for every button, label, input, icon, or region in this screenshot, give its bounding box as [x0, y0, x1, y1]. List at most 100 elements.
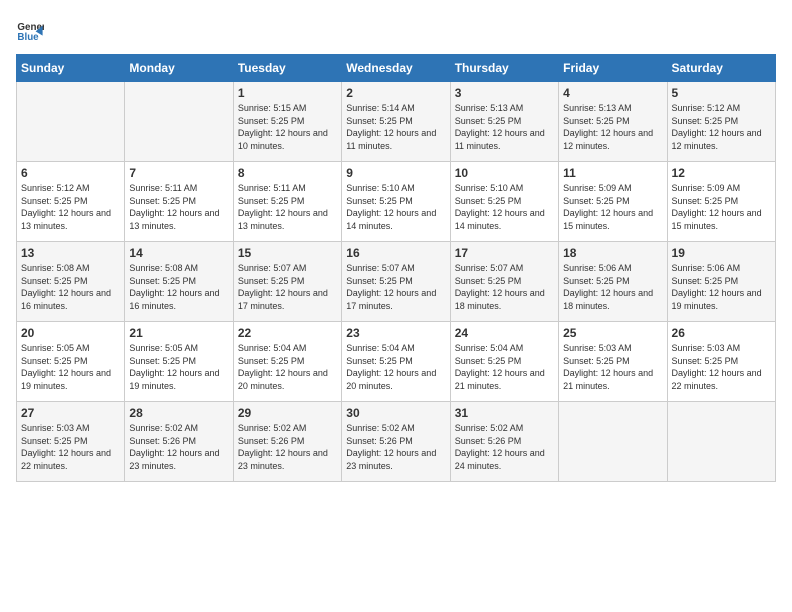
- day-number: 5: [672, 86, 771, 100]
- day-number: 6: [21, 166, 120, 180]
- day-info: Sunrise: 5:04 AMSunset: 5:25 PMDaylight:…: [455, 342, 554, 392]
- calendar-cell: 29 Sunrise: 5:02 AMSunset: 5:26 PMDayligh…: [233, 402, 341, 482]
- day-info: Sunrise: 5:15 AMSunset: 5:25 PMDaylight:…: [238, 102, 337, 152]
- logo-icon: General Blue: [16, 16, 44, 44]
- day-number: 8: [238, 166, 337, 180]
- day-number: 31: [455, 406, 554, 420]
- day-info: Sunrise: 5:08 AMSunset: 5:25 PMDaylight:…: [129, 262, 228, 312]
- day-number: 13: [21, 246, 120, 260]
- day-info: Sunrise: 5:12 AMSunset: 5:25 PMDaylight:…: [21, 182, 120, 232]
- calendar-cell: 18 Sunrise: 5:06 AMSunset: 5:25 PMDayligh…: [559, 242, 667, 322]
- calendar-cell: 11 Sunrise: 5:09 AMSunset: 5:25 PMDayligh…: [559, 162, 667, 242]
- calendar-cell: 28 Sunrise: 5:02 AMSunset: 5:26 PMDayligh…: [125, 402, 233, 482]
- calendar-cell: 30 Sunrise: 5:02 AMSunset: 5:26 PMDayligh…: [342, 402, 450, 482]
- weekday-header-wednesday: Wednesday: [342, 55, 450, 82]
- day-number: 4: [563, 86, 662, 100]
- day-number: 30: [346, 406, 445, 420]
- calendar-cell: [125, 82, 233, 162]
- day-info: Sunrise: 5:11 AMSunset: 5:25 PMDaylight:…: [238, 182, 337, 232]
- calendar-cell: 1 Sunrise: 5:15 AMSunset: 5:25 PMDaylight…: [233, 82, 341, 162]
- day-number: 28: [129, 406, 228, 420]
- day-number: 23: [346, 326, 445, 340]
- day-info: Sunrise: 5:02 AMSunset: 5:26 PMDaylight:…: [129, 422, 228, 472]
- day-info: Sunrise: 5:07 AMSunset: 5:25 PMDaylight:…: [455, 262, 554, 312]
- calendar-cell: 26 Sunrise: 5:03 AMSunset: 5:25 PMDayligh…: [667, 322, 775, 402]
- day-number: 22: [238, 326, 337, 340]
- calendar-cell: 22 Sunrise: 5:04 AMSunset: 5:25 PMDayligh…: [233, 322, 341, 402]
- calendar-cell: 25 Sunrise: 5:03 AMSunset: 5:25 PMDayligh…: [559, 322, 667, 402]
- day-number: 11: [563, 166, 662, 180]
- weekday-header-saturday: Saturday: [667, 55, 775, 82]
- calendar-cell: 24 Sunrise: 5:04 AMSunset: 5:25 PMDayligh…: [450, 322, 558, 402]
- day-number: 15: [238, 246, 337, 260]
- calendar-cell: 20 Sunrise: 5:05 AMSunset: 5:25 PMDayligh…: [17, 322, 125, 402]
- day-number: 2: [346, 86, 445, 100]
- page-header: General Blue: [16, 16, 776, 44]
- calendar-cell: 7 Sunrise: 5:11 AMSunset: 5:25 PMDaylight…: [125, 162, 233, 242]
- weekday-header-monday: Monday: [125, 55, 233, 82]
- day-number: 10: [455, 166, 554, 180]
- calendar-cell: 6 Sunrise: 5:12 AMSunset: 5:25 PMDaylight…: [17, 162, 125, 242]
- day-info: Sunrise: 5:04 AMSunset: 5:25 PMDaylight:…: [346, 342, 445, 392]
- day-info: Sunrise: 5:10 AMSunset: 5:25 PMDaylight:…: [346, 182, 445, 232]
- calendar-cell: 9Sunrise: 5:10 AMSunset: 5:25 PMDaylight…: [342, 162, 450, 242]
- day-info: Sunrise: 5:05 AMSunset: 5:25 PMDaylight:…: [21, 342, 120, 392]
- day-number: 16: [346, 246, 445, 260]
- weekday-header-friday: Friday: [559, 55, 667, 82]
- calendar-cell: 3 Sunrise: 5:13 AMSunset: 5:25 PMDaylight…: [450, 82, 558, 162]
- day-info: Sunrise: 5:03 AMSunset: 5:25 PMDaylight:…: [21, 422, 120, 472]
- day-info: Sunrise: 5:02 AMSunset: 5:26 PMDaylight:…: [455, 422, 554, 472]
- day-number: 14: [129, 246, 228, 260]
- calendar-cell: [17, 82, 125, 162]
- day-number: 29: [238, 406, 337, 420]
- day-number: 20: [21, 326, 120, 340]
- day-info: Sunrise: 5:03 AMSunset: 5:25 PMDaylight:…: [672, 342, 771, 392]
- calendar-cell: 5 Sunrise: 5:12 AMSunset: 5:25 PMDaylight…: [667, 82, 775, 162]
- day-number: 3: [455, 86, 554, 100]
- weekday-header-tuesday: Tuesday: [233, 55, 341, 82]
- calendar-cell: 2Sunrise: 5:14 AMSunset: 5:25 PMDaylight…: [342, 82, 450, 162]
- day-number: 21: [129, 326, 228, 340]
- day-info: Sunrise: 5:06 AMSunset: 5:25 PMDaylight:…: [672, 262, 771, 312]
- day-info: Sunrise: 5:13 AMSunset: 5:25 PMDaylight:…: [563, 102, 662, 152]
- calendar-cell: 16Sunrise: 5:07 AMSunset: 5:25 PMDayligh…: [342, 242, 450, 322]
- day-info: Sunrise: 5:05 AMSunset: 5:25 PMDaylight:…: [129, 342, 228, 392]
- calendar-cell: 10 Sunrise: 5:10 AMSunset: 5:25 PMDayligh…: [450, 162, 558, 242]
- calendar-cell: 21 Sunrise: 5:05 AMSunset: 5:25 PMDayligh…: [125, 322, 233, 402]
- calendar-cell: 4 Sunrise: 5:13 AMSunset: 5:25 PMDaylight…: [559, 82, 667, 162]
- day-number: 17: [455, 246, 554, 260]
- day-info: Sunrise: 5:07 AMSunset: 5:25 PMDaylight:…: [238, 262, 337, 312]
- calendar-cell: 13 Sunrise: 5:08 AMSunset: 5:25 PMDayligh…: [17, 242, 125, 322]
- day-number: 18: [563, 246, 662, 260]
- calendar-cell: 15 Sunrise: 5:07 AMSunset: 5:25 PMDayligh…: [233, 242, 341, 322]
- day-info: Sunrise: 5:12 AMSunset: 5:25 PMDaylight:…: [672, 102, 771, 152]
- day-number: 26: [672, 326, 771, 340]
- day-info: Sunrise: 5:13 AMSunset: 5:25 PMDaylight:…: [455, 102, 554, 152]
- calendar-cell: 8 Sunrise: 5:11 AMSunset: 5:25 PMDaylight…: [233, 162, 341, 242]
- day-info: Sunrise: 5:09 AMSunset: 5:25 PMDaylight:…: [563, 182, 662, 232]
- day-info: Sunrise: 5:03 AMSunset: 5:25 PMDaylight:…: [563, 342, 662, 392]
- calendar-cell: [667, 402, 775, 482]
- day-info: Sunrise: 5:04 AMSunset: 5:25 PMDaylight:…: [238, 342, 337, 392]
- calendar-cell: 19 Sunrise: 5:06 AMSunset: 5:25 PMDayligh…: [667, 242, 775, 322]
- day-number: 1: [238, 86, 337, 100]
- svg-text:Blue: Blue: [17, 32, 39, 43]
- logo: General Blue: [16, 16, 48, 44]
- day-number: 24: [455, 326, 554, 340]
- day-number: 7: [129, 166, 228, 180]
- day-info: Sunrise: 5:06 AMSunset: 5:25 PMDaylight:…: [563, 262, 662, 312]
- day-number: 19: [672, 246, 771, 260]
- calendar-cell: [559, 402, 667, 482]
- day-info: Sunrise: 5:08 AMSunset: 5:25 PMDaylight:…: [21, 262, 120, 312]
- day-number: 25: [563, 326, 662, 340]
- day-info: Sunrise: 5:02 AMSunset: 5:26 PMDaylight:…: [238, 422, 337, 472]
- calendar-cell: 12Sunrise: 5:09 AMSunset: 5:25 PMDayligh…: [667, 162, 775, 242]
- day-info: Sunrise: 5:10 AMSunset: 5:25 PMDaylight:…: [455, 182, 554, 232]
- day-info: Sunrise: 5:11 AMSunset: 5:25 PMDaylight:…: [129, 182, 228, 232]
- calendar-cell: 27Sunrise: 5:03 AMSunset: 5:25 PMDayligh…: [17, 402, 125, 482]
- day-info: Sunrise: 5:02 AMSunset: 5:26 PMDaylight:…: [346, 422, 445, 472]
- calendar-cell: 23 Sunrise: 5:04 AMSunset: 5:25 PMDayligh…: [342, 322, 450, 402]
- calendar-cell: 31 Sunrise: 5:02 AMSunset: 5:26 PMDayligh…: [450, 402, 558, 482]
- calendar-table: SundayMondayTuesdayWednesdayThursdayFrid…: [16, 54, 776, 482]
- weekday-header-sunday: Sunday: [17, 55, 125, 82]
